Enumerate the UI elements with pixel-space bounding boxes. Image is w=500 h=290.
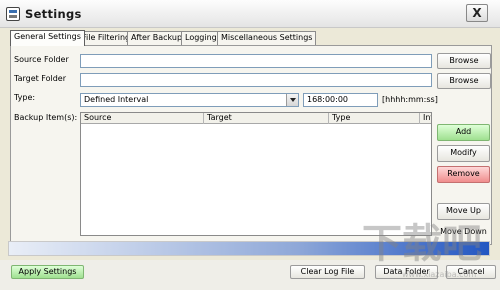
- move-up-button[interactable]: Move Up: [437, 203, 490, 220]
- tab-logging[interactable]: Logging: [181, 31, 221, 45]
- interval-format-hint: [hhhh:mm:ss]: [382, 95, 438, 104]
- progress-fill: [9, 242, 489, 255]
- modify-button[interactable]: Modify: [437, 145, 490, 162]
- window-title: Settings: [25, 7, 82, 21]
- type-label: Type:: [14, 93, 36, 102]
- move-down-button[interactable]: Move Down: [437, 225, 490, 239]
- backup-items-list[interactable]: Source Target Type Int: [80, 112, 432, 236]
- source-browse-button[interactable]: Browse: [437, 53, 491, 69]
- tab-general-settings[interactable]: General Settings: [10, 30, 85, 46]
- interval-field[interactable]: 168:00:00: [303, 93, 378, 107]
- cancel-button[interactable]: Cancel: [446, 265, 496, 279]
- type-select[interactable]: Defined Interval: [80, 93, 299, 107]
- apply-settings-button[interactable]: Apply Settings: [11, 265, 84, 279]
- target-browse-button[interactable]: Browse: [437, 73, 491, 89]
- settings-window: Settings X General Settings File Filteri…: [0, 0, 500, 290]
- backup-items-header: Source Target Type Int: [81, 113, 431, 124]
- remove-button[interactable]: Remove: [437, 166, 490, 183]
- tab-miscellaneous-settings[interactable]: Miscellaneous Settings: [217, 31, 317, 45]
- column-header-source[interactable]: Source: [81, 113, 204, 124]
- app-icon: [6, 7, 20, 21]
- backup-items-label: Backup Item(s):: [14, 113, 78, 122]
- column-header-interval[interactable]: Int: [420, 113, 431, 124]
- target-folder-field[interactable]: [80, 73, 432, 87]
- progress-bar: [8, 241, 490, 256]
- type-select-value: Defined Interval: [84, 95, 149, 104]
- tab-file-filtering[interactable]: File Filtering: [78, 31, 135, 45]
- clear-log-file-button[interactable]: Clear Log File: [290, 265, 365, 279]
- column-header-type[interactable]: Type: [329, 113, 420, 124]
- close-button[interactable]: X: [466, 4, 488, 22]
- title-bar: Settings X: [0, 0, 500, 28]
- tab-after-backup[interactable]: After Backup: [127, 31, 187, 45]
- target-folder-label: Target Folder: [14, 74, 67, 83]
- source-folder-field[interactable]: [80, 54, 432, 68]
- chevron-down-icon[interactable]: [286, 94, 298, 106]
- data-folder-button[interactable]: Data Folder: [375, 265, 438, 279]
- source-folder-label: Source Folder: [14, 55, 69, 64]
- column-header-target[interactable]: Target: [204, 113, 329, 124]
- add-button[interactable]: Add: [437, 124, 490, 141]
